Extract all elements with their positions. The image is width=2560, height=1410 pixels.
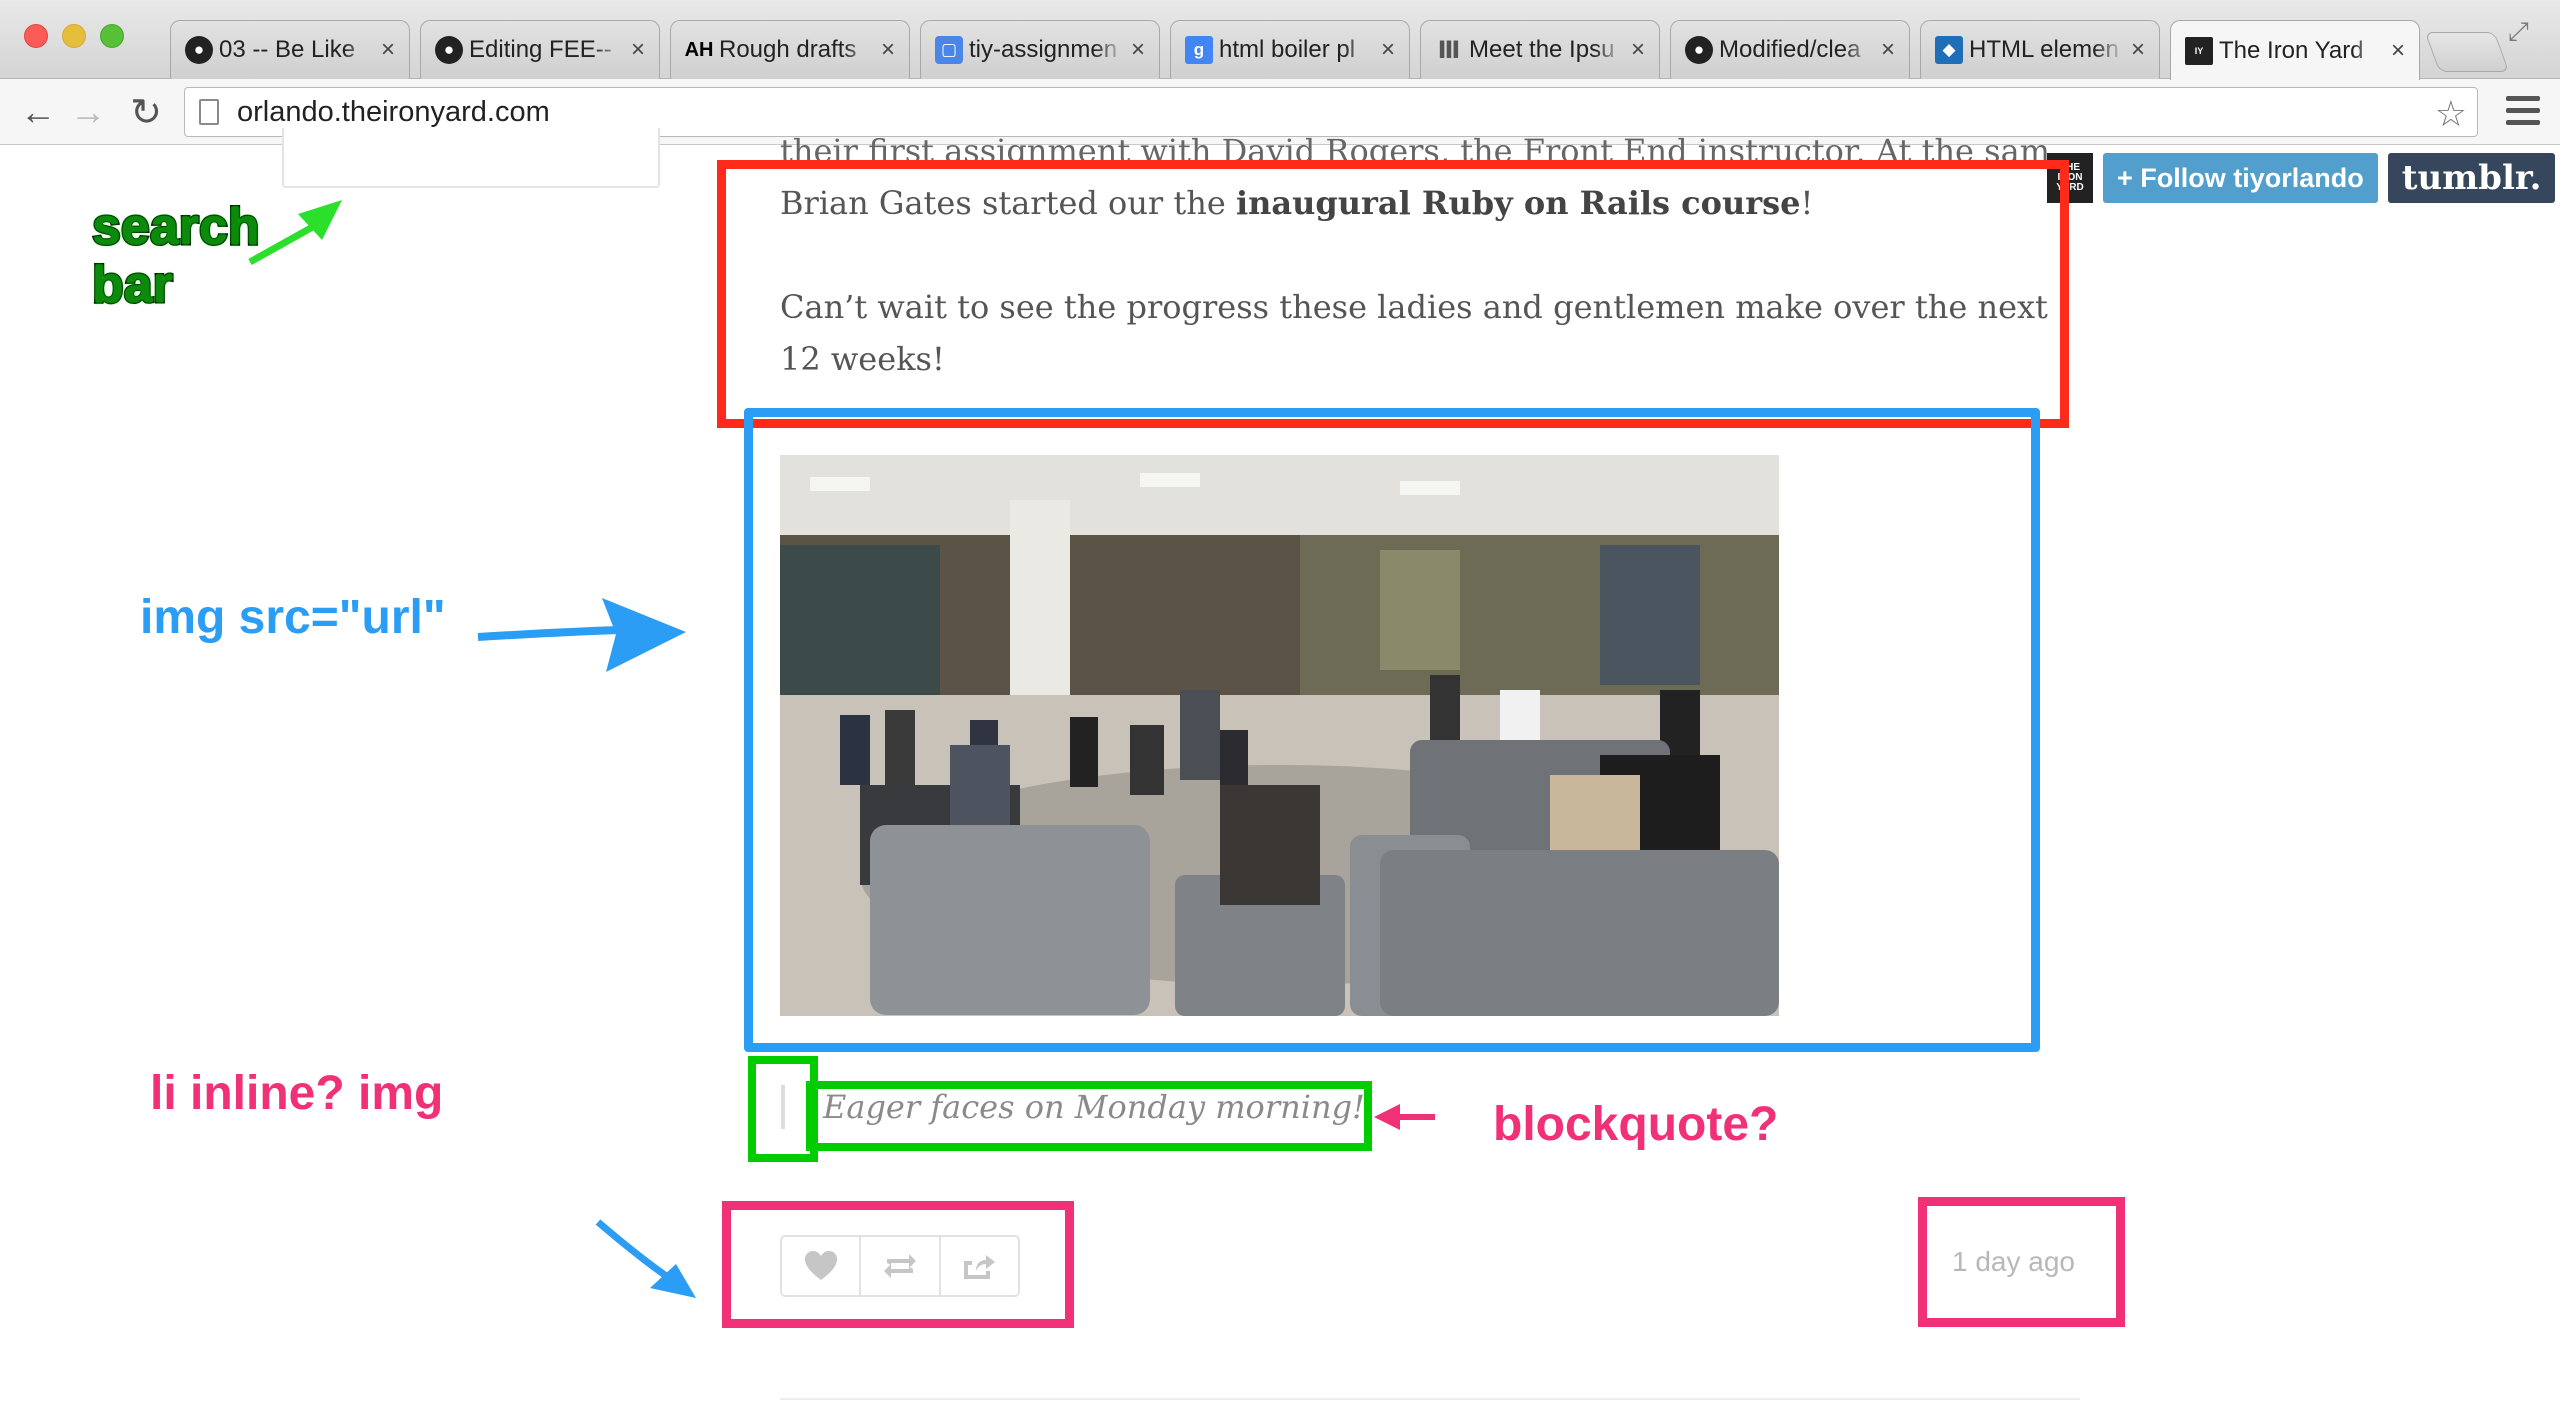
tab-4[interactable]: ▢ tiy-assignmen ×: [920, 20, 1160, 79]
tab-label: 03 -- Be Like: [219, 36, 356, 63]
ironyard-icon: IY: [2185, 36, 2213, 65]
close-tab-icon[interactable]: ×: [631, 36, 645, 64]
tab-label: The Iron Yard: [2219, 36, 2364, 64]
tab-6[interactable]: Ⅲ Meet the Ipsu ×: [1420, 20, 1660, 79]
back-button[interactable]: ←: [16, 90, 60, 134]
tab-label: Rough drafts: [719, 36, 857, 63]
fullscreen-icon[interactable]: ⤢: [2508, 16, 2529, 48]
tab-3[interactable]: AH Rough drafts ×: [670, 20, 910, 79]
close-tab-icon[interactable]: ×: [2131, 36, 2145, 64]
tumblr-controls: THE IRON YARD + Follow tiyorlando tumblr…: [2047, 152, 2556, 204]
tab-strip: ● 03 -- Be Like × ● Editing FEE-- × AH R…: [0, 0, 2560, 80]
tab-label: Modified/clea: [1719, 36, 1861, 63]
tab-label: html boiler pl: [1219, 36, 1356, 63]
img-annotation: img src="url": [140, 591, 446, 644]
blue-arrow: [602, 598, 686, 672]
close-tab-icon[interactable]: ×: [1131, 36, 1145, 64]
pink-annotation-box-timestamp: [1918, 1197, 2125, 1327]
close-tab-icon[interactable]: ×: [2391, 37, 2405, 65]
tab-label: Meet the Ipsu: [1469, 36, 1615, 63]
ah-icon: AH: [684, 38, 714, 61]
google-icon: g: [1185, 36, 1213, 64]
tab-2[interactable]: ● Editing FEE-- ×: [420, 20, 660, 79]
green-annotation-box-caption: [806, 1081, 1372, 1151]
github-icon: ●: [185, 36, 213, 64]
forward-button[interactable]: →: [66, 90, 110, 134]
blue-arrow-actions: [650, 1264, 696, 1298]
tab-5[interactable]: g html boiler pl ×: [1170, 20, 1410, 79]
codepen-icon: ◆: [1935, 36, 1963, 64]
tab-7[interactable]: ● Modified/clea ×: [1670, 20, 1910, 79]
close-window-button[interactable]: [24, 24, 48, 48]
follow-button[interactable]: + Follow tiyorlando: [2103, 153, 2378, 203]
blockquote-annotation: blockquote?: [1493, 1098, 1779, 1151]
close-tab-icon[interactable]: ×: [381, 36, 395, 64]
github-icon: ●: [1685, 36, 1713, 64]
close-tab-icon[interactable]: ×: [1381, 36, 1395, 64]
tab-8[interactable]: ◆ HTML elemen ×: [1920, 20, 2160, 79]
new-tab-button[interactable]: [2424, 32, 2510, 72]
doc-icon: ▢: [935, 36, 963, 64]
zoom-window-button[interactable]: [100, 24, 124, 48]
green-arrow: [298, 200, 342, 240]
tab-label: HTML elemen: [1969, 36, 2119, 63]
tab-label: Editing FEE--: [469, 36, 612, 63]
tab-label: tiy-assignmen: [969, 36, 1118, 63]
pink-arrow-caption: [1374, 1104, 1400, 1130]
search-bar-annotation: search bar: [91, 197, 262, 316]
tab-1[interactable]: ● 03 -- Be Like ×: [170, 20, 410, 79]
tab-9-active[interactable]: IY The Iron Yard ×: [2170, 20, 2420, 80]
red-annotation-box: [717, 160, 2069, 428]
tumblr-logo-button[interactable]: tumblr.: [2387, 153, 2556, 203]
pink-annotation-box-actions: [722, 1201, 1074, 1328]
li-annotation: li inline? img: [150, 1067, 444, 1120]
post-divider: [780, 1398, 2080, 1400]
close-tab-icon[interactable]: ×: [1881, 36, 1895, 64]
blue-annotation-box: [744, 408, 2040, 1052]
bookmark-star-icon[interactable]: ☆: [2435, 93, 2467, 135]
search-bar[interactable]: [282, 128, 660, 188]
reload-button[interactable]: ↻: [124, 90, 168, 134]
url-text[interactable]: orlando.theironyard.com: [237, 96, 550, 129]
page-icon: [199, 99, 219, 125]
github-icon: ●: [435, 36, 463, 64]
column-icon: Ⅲ: [1437, 36, 1461, 64]
minimize-window-button[interactable]: [62, 24, 86, 48]
close-tab-icon[interactable]: ×: [881, 36, 895, 64]
close-tab-icon[interactable]: ×: [1631, 36, 1645, 64]
menu-icon[interactable]: [2506, 96, 2540, 126]
